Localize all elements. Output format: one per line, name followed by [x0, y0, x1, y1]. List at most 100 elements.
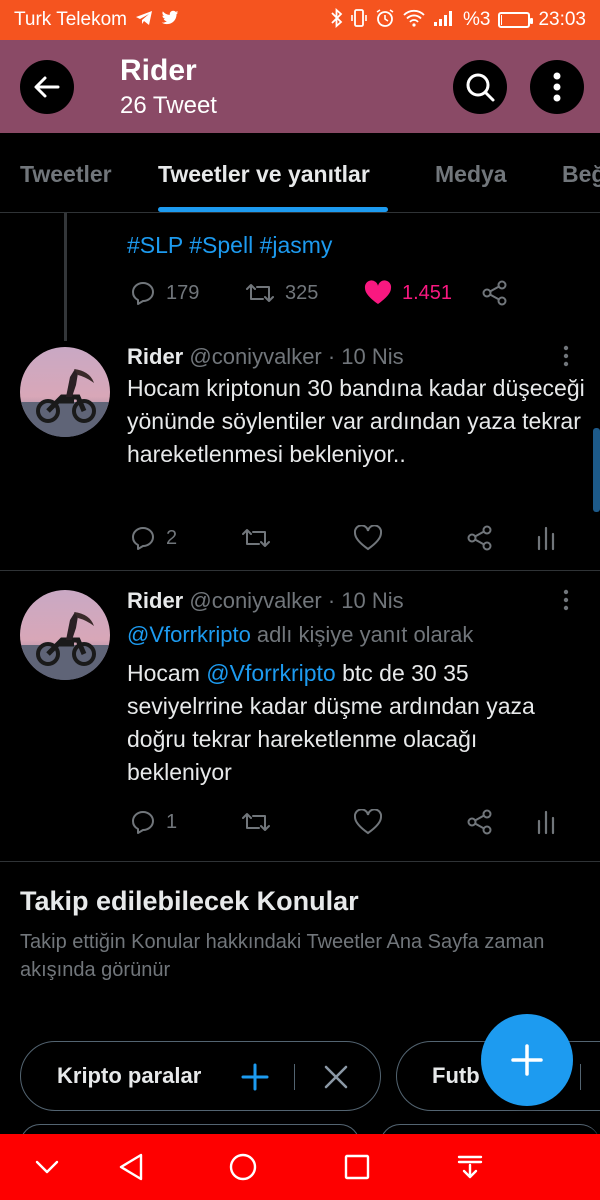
- clock: 23:03: [538, 9, 586, 30]
- replying-to: @Vforrkripto adlı kişiye yanıt olarak: [127, 622, 473, 648]
- analytics-button[interactable]: [536, 809, 556, 835]
- heart-filled-icon: [364, 280, 392, 304]
- nav-home-button[interactable]: [226, 1150, 260, 1184]
- tab-media[interactable]: Medya: [435, 161, 507, 188]
- tweet-mention[interactable]: @Vforrkripto: [206, 660, 335, 686]
- topic-chip[interactable]: Kripto paralar: [20, 1041, 381, 1111]
- tweet-item[interactable]: Rider @coniyvalker · 10 Nis @Vforrkripto…: [0, 571, 600, 861]
- battery-icon: [498, 12, 534, 28]
- chip-separator: [580, 1064, 581, 1090]
- retweet-icon: [242, 813, 270, 831]
- like-button[interactable]: 1.451: [364, 280, 452, 306]
- bluetooth-icon: [331, 7, 343, 33]
- share-icon: [467, 525, 492, 551]
- tweet-hashtags[interactable]: #SLP #Spell #jasmy: [127, 232, 332, 259]
- author-handle-date: @coniyvalker · 10 Nis: [189, 344, 404, 369]
- author-name[interactable]: Rider: [127, 588, 183, 613]
- tweet-count: 26 Tweet: [120, 92, 217, 119]
- chevron-down-icon: [35, 1160, 59, 1174]
- tweet-text-prefix: Hocam: [127, 660, 207, 686]
- tab-tweets-and-replies[interactable]: Tweetler ve yanıtlar: [158, 161, 370, 188]
- retweet-button[interactable]: [241, 810, 271, 834]
- topics-description: Takip ettiğin Konular hakkındaki Tweetle…: [20, 931, 545, 981]
- tweet-actions: 179 325 1.451: [0, 278, 600, 308]
- like-button[interactable]: [354, 809, 382, 835]
- more-vertical-icon: [563, 345, 569, 367]
- reply-icon: [132, 527, 154, 550]
- tweet-header: Rider @coniyvalker · 10 Nis: [127, 344, 404, 370]
- tweet-item[interactable]: Rider @coniyvalker · 10 Nis Hocam kripto…: [0, 330, 600, 570]
- system-nav-bar: [0, 1134, 600, 1200]
- more-vertical-icon: [553, 72, 561, 102]
- notification-shade-button[interactable]: [453, 1150, 487, 1184]
- reply-count: 1: [166, 810, 178, 833]
- tab-tweets[interactable]: Tweetler: [20, 161, 112, 188]
- share-icon: [482, 280, 507, 306]
- heart-icon: [354, 525, 382, 551]
- collapse-button[interactable]: [30, 1150, 64, 1184]
- arrow-left-icon: [34, 76, 60, 98]
- like-button[interactable]: [354, 525, 382, 551]
- reply-count: 2: [166, 526, 178, 549]
- chip-separator: [294, 1064, 295, 1090]
- square-recents-icon: [344, 1154, 370, 1180]
- share-icon: [467, 809, 492, 835]
- tweet-text: Hocam @Vforrkripto btc de 30 35 seviyelr…: [127, 657, 587, 789]
- author-name[interactable]: Rider: [127, 344, 183, 369]
- tweet-more-button[interactable]: [556, 588, 576, 612]
- avatar[interactable]: [20, 590, 110, 680]
- telegram-icon: [135, 10, 153, 31]
- reply-count: 179: [166, 281, 200, 304]
- search-button[interactable]: [453, 60, 507, 114]
- carrier-name: Turk Telekom: [14, 9, 127, 30]
- compose-tweet-button[interactable]: [481, 1014, 573, 1106]
- analytics-icon: [537, 526, 555, 551]
- nav-back-button[interactable]: [114, 1150, 148, 1184]
- profile-tabs: Tweetler Tweetler ve yanıtlar Medya Beğ: [0, 133, 600, 213]
- more-vertical-icon: [563, 589, 569, 611]
- battery-level: [501, 15, 503, 25]
- tweet-text: Hocam kriptonun 30 bandına kadar düşeceğ…: [127, 375, 585, 467]
- tweet-more-button[interactable]: [556, 344, 576, 368]
- analytics-icon: [537, 810, 555, 835]
- nav-recents-button[interactable]: [340, 1150, 374, 1184]
- reply-button[interactable]: 2: [130, 525, 177, 551]
- retweet-button[interactable]: 325: [245, 281, 318, 305]
- divider: [0, 861, 600, 862]
- thread-line: [64, 213, 67, 341]
- retweet-button[interactable]: [241, 526, 271, 550]
- share-button[interactable]: [467, 525, 493, 551]
- share-button[interactable]: [467, 809, 493, 835]
- profile-name: Rider: [120, 54, 197, 87]
- reply-button[interactable]: 179: [130, 280, 199, 306]
- avatar-image: [20, 590, 110, 680]
- more-options-button[interactable]: [530, 60, 584, 114]
- retweet-count: 325: [285, 281, 319, 304]
- analytics-button[interactable]: [536, 525, 556, 551]
- tab-likes[interactable]: Beğ: [562, 161, 600, 188]
- avatar[interactable]: [20, 347, 110, 437]
- topics-title: Takip edilebilecek Konular: [20, 886, 359, 916]
- reply-button[interactable]: 1: [130, 809, 177, 835]
- reply-to-mention[interactable]: @Vforrkripto: [127, 622, 251, 647]
- twitter-icon: [161, 10, 179, 31]
- scrollbar[interactable]: [593, 428, 600, 512]
- retweet-icon: [242, 529, 270, 547]
- tweet-header: Rider @coniyvalker · 10 Nis: [127, 588, 404, 614]
- dismiss-topic-button[interactable]: [323, 1064, 349, 1095]
- plus-icon: [241, 1063, 269, 1091]
- tweet-actions: 2: [0, 523, 600, 553]
- retweet-icon: [246, 284, 274, 302]
- active-tab-indicator: [158, 207, 388, 212]
- avatar-image: [20, 347, 110, 437]
- plus-icon: [511, 1044, 543, 1076]
- heart-icon: [354, 809, 382, 835]
- follow-topic-button[interactable]: [241, 1063, 269, 1096]
- back-button[interactable]: [20, 60, 74, 114]
- triangle-back-icon: [119, 1153, 143, 1181]
- circle-home-icon: [229, 1153, 257, 1181]
- topic-chip-label: Kripto paralar: [57, 1063, 202, 1088]
- share-button[interactable]: [482, 280, 508, 306]
- status-bar: Turk Telekom %3 23:03: [0, 0, 600, 40]
- search-icon: [466, 73, 495, 102]
